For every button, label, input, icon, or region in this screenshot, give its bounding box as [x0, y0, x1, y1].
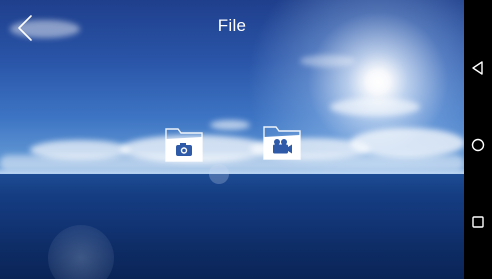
nav-home-circle-icon [471, 138, 485, 152]
cloud [300, 55, 355, 67]
lens-flare [368, 72, 388, 92]
nav-back-triangle-icon [472, 61, 483, 75]
nav-recents-square-icon [472, 216, 484, 228]
cloud [350, 128, 464, 158]
video-folder-button[interactable] [262, 125, 302, 161]
lens-flare [209, 164, 229, 184]
cloud [330, 98, 420, 116]
page-title: File [217, 16, 247, 35]
app-screen: File [0, 0, 492, 279]
system-nav-bar [464, 0, 492, 279]
cloud [210, 120, 250, 130]
nav-back-button[interactable] [470, 60, 486, 76]
nav-home-button[interactable] [470, 137, 486, 153]
background-photo: File [0, 0, 464, 279]
photo-folder-button[interactable] [164, 127, 204, 163]
nav-recents-button[interactable] [470, 214, 486, 230]
